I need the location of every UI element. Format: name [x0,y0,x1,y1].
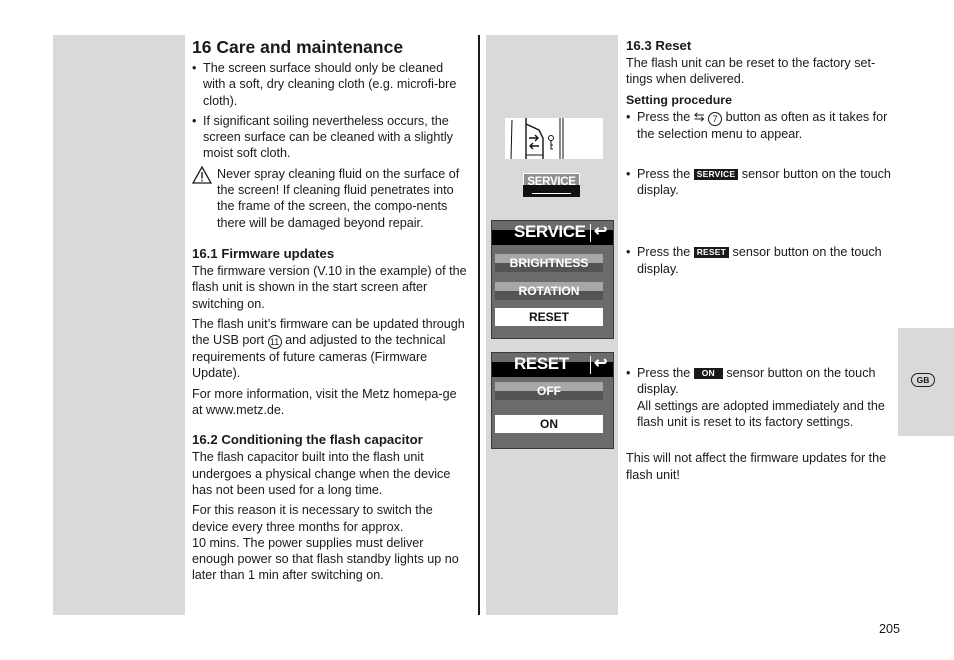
menu-item-label: OFF [537,384,561,398]
right-text-column: 16.3 Reset The flash unit can be reset t… [626,35,898,487]
menu-item-off: OFF [495,382,603,400]
firmware-paragraph-3: For more information, visit the Metz hom… [192,386,457,418]
ref-number-7: 7 [708,111,723,126]
step-4-detail: All settings are adopted immediately and… [637,398,885,429]
firmware-paragraph-2: The flash unit’s firmware can be updated… [192,316,467,382]
service-menu-screen: SERVICE ↩ BRIGHTNESS ROTATION RESET [491,220,614,339]
menu-item-reset: RESET [495,308,603,326]
section-16-1-title: 16.1 Firmware updates [192,245,335,261]
service-key-illustration: SERVICE [523,173,580,197]
step-1: Press the ⇆ 7 button as often as it take… [626,109,898,142]
capacitor-paragraph-1: The flash capacitor built into the flash… [192,450,451,497]
page-number: 205 [879,622,901,636]
capacitor-paragraph-2: For this reason it is necessary to switc… [192,503,433,534]
menu-item-brightness: BRIGHTNESS [495,254,603,272]
service-badge: SERVICE [693,168,739,180]
bullet-item: If significant soiling nevertheless occu… [192,113,467,162]
capacitor-paragraph-3: 10 mins. The power supplies must deliver… [192,535,459,583]
step-3: Press the RESET sensor button on the tou… [626,244,898,277]
screen-title: SERVICE [514,222,586,241]
section-16-title: 16 Care and maintenance [192,37,404,57]
left-text-column: 16 Care and maintenance The screen surfa… [192,35,467,588]
reset-badge: RESET [693,247,730,259]
column-divider [478,35,480,615]
reset-intro: The flash unit can be reset to the facto… [626,56,876,87]
ref-number-11: 11 [267,335,282,350]
text-span: Press the [637,366,694,381]
left-margin-panel [53,35,185,615]
menu-item-label: RESET [528,310,569,324]
on-badge: ON [693,368,723,380]
flash-unit-button-illustration [505,118,603,160]
screen-title: RESET [514,354,569,373]
setting-procedure-title: Setting procedure [626,92,733,107]
bullet-item: The screen surface should only be cleane… [192,60,467,109]
warning-triangle-icon [192,165,212,184]
firmware-paragraph-1: The firmware version (V.10 in the exampl… [192,263,467,311]
text-span: Press the [637,166,694,181]
reset-note: This will not affect the firmware update… [626,451,887,482]
mode-button-icon [510,118,564,160]
section-16-3-title: 16.3 Reset [626,38,692,53]
menu-item-label: ON [540,417,558,431]
menu-item-on: ON [495,415,603,433]
step-4: Press the ON sensor button on the touch … [626,365,898,430]
back-arrow-icon: ↩ [594,223,608,240]
warning-text: Never spray cleaning fluid on the surfac… [217,166,460,230]
text-span: Press the [637,109,694,124]
language-badge: GB [911,373,935,387]
menu-item-label: BRIGHTNESS [509,256,589,270]
text-span: Press the [637,245,694,260]
warning-note: Never spray cleaning fluid on the surfac… [192,165,467,231]
step-2: Press the SERVICE sensor button on the t… [626,166,898,199]
reset-menu-screen: RESET ↩ OFF ON [491,352,614,449]
section-16-2-title: 16.2 Conditioning the flash capacitor [192,432,423,448]
menu-item-rotation: ROTATION [495,282,603,300]
mode-arrows-icon: ⇆ [693,108,705,124]
menu-item-label: ROTATION [518,284,580,298]
service-key-label: SERVICE [527,176,576,188]
back-arrow-icon: ↩ [594,355,608,372]
